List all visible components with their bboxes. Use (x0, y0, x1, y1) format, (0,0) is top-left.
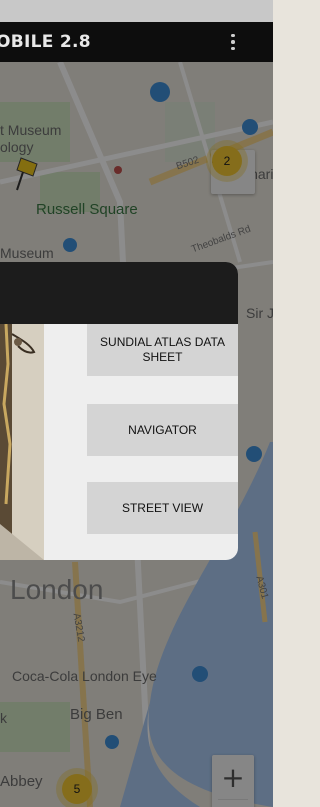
navigator-button[interactable]: NAVIGATOR (87, 404, 238, 456)
status-bar (0, 0, 273, 22)
more-vert-icon[interactable] (221, 22, 245, 62)
sundial-atlas-data-sheet-button[interactable]: SUNDIAL ATLAS DATA SHEET (87, 324, 238, 376)
app-title: OBILE 2.8 (0, 32, 91, 52)
sundial-photo[interactable] (0, 324, 44, 560)
sundial-photo-image (0, 324, 44, 560)
street-view-button[interactable]: STREET VIEW (87, 482, 238, 534)
dialog-header (0, 262, 238, 324)
sundial-dialog: SUNDIAL ATLAS DATA SHEET NAVIGATOR STREE… (0, 262, 238, 560)
app-bar: OBILE 2.8 (0, 22, 273, 62)
